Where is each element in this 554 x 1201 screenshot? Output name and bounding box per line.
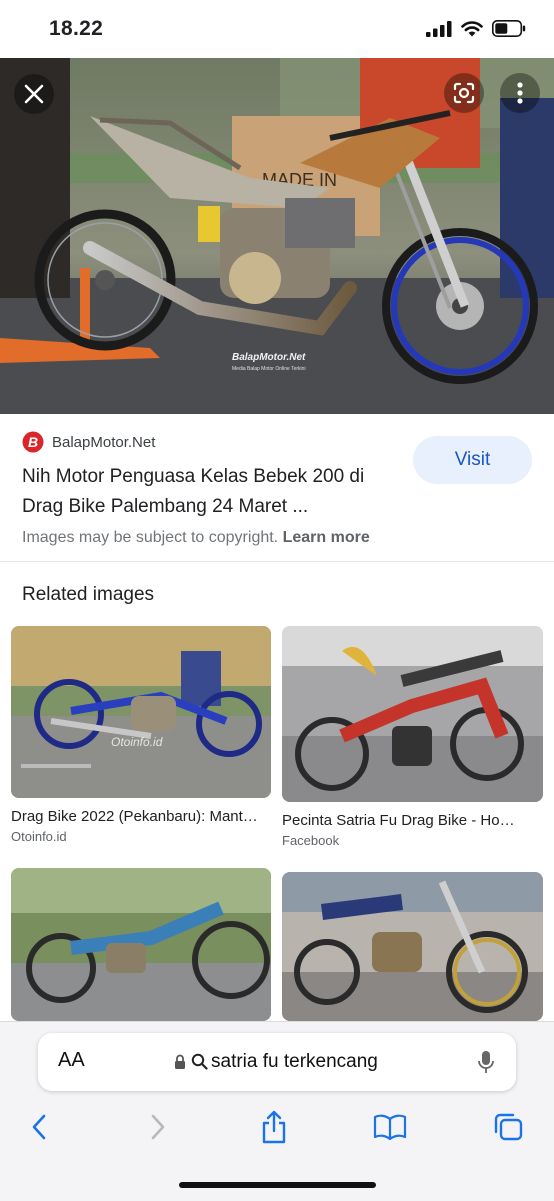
lock-icon — [175, 1054, 185, 1069]
bookmarks-button[interactable] — [370, 1107, 410, 1147]
chevron-right-icon — [151, 1114, 165, 1140]
related-image-2-source: Facebook — [282, 833, 340, 848]
wifi-icon — [461, 20, 483, 36]
related-image-4[interactable] — [282, 872, 543, 1021]
microphone-icon[interactable] — [478, 1050, 494, 1074]
address-bar-text: satria fu terkencang — [211, 1051, 378, 1072]
home-indicator — [179, 1182, 376, 1188]
reader-options-button[interactable]: AA — [58, 1049, 85, 1072]
google-lens-icon — [453, 82, 475, 104]
svg-text:B: B — [28, 434, 38, 450]
related-image-4-photo — [282, 872, 543, 1021]
related-image-3-photo — [11, 868, 271, 1021]
address-bar[interactable]: AA satria fu terkencang — [38, 1033, 516, 1091]
related-image-2-photo — [282, 626, 543, 802]
status-icons — [426, 20, 526, 37]
related-image-2-title[interactable]: Pecinta Satria Fu Drag Bike - Ho… — [282, 812, 515, 829]
copyright-text: Images may be subject to copyright. — [22, 529, 279, 546]
related-images-heading: Related images — [22, 584, 155, 605]
result-title[interactable]: Nih Motor Penguasa Kelas Bebek 200 di Dr… — [22, 462, 402, 522]
back-button[interactable] — [19, 1107, 59, 1147]
search-icon — [191, 1053, 208, 1070]
related-image-1[interactable]: Otoinfo.id — [11, 626, 271, 798]
more-options-button[interactable] — [500, 73, 540, 113]
copyright-notice: Images may be subject to copyright. Lear… — [22, 529, 370, 547]
balapmotor-logo-icon: B — [22, 431, 44, 453]
related-image-1-source: Otoinfo.id — [11, 829, 67, 844]
status-bar: 18.22 — [0, 0, 554, 58]
close-button[interactable] — [14, 74, 54, 114]
learn-more-link[interactable]: Learn more — [283, 529, 370, 546]
hero-image[interactable]: MADE IN BalapMotor.Net Media Balap Motor… — [0, 58, 554, 414]
related-image-3[interactable] — [11, 868, 271, 1021]
watermark-text: BalapMotor.Net — [232, 352, 306, 363]
book-icon — [373, 1114, 407, 1140]
share-icon — [262, 1110, 286, 1144]
cellular-signal-icon — [426, 20, 452, 37]
battery-icon — [492, 20, 526, 37]
related-image-1-photo: Otoinfo.id — [11, 626, 271, 798]
tabs-button[interactable] — [488, 1107, 528, 1147]
watermark-subtext: Media Balap Motor Online Terkini — [232, 366, 306, 372]
related-image-2[interactable] — [282, 626, 543, 802]
close-icon — [24, 84, 44, 104]
more-vert-icon — [517, 82, 523, 104]
tabs-icon — [494, 1113, 523, 1141]
svg-text:Otoinfo.id: Otoinfo.id — [111, 735, 163, 749]
result-source-name: BalapMotor.Net — [52, 433, 156, 451]
share-button[interactable] — [254, 1107, 294, 1147]
chevron-left-icon — [32, 1114, 46, 1140]
visit-button[interactable]: Visit — [413, 436, 532, 484]
status-time: 18.22 — [49, 17, 104, 40]
forward-button[interactable] — [138, 1107, 178, 1147]
related-image-1-title[interactable]: Drag Bike 2022 (Pekanbaru): Mant… — [11, 808, 258, 825]
result-source-row[interactable]: B BalapMotor.Net — [22, 431, 155, 453]
lens-button[interactable] — [444, 73, 484, 113]
divider — [0, 561, 554, 562]
